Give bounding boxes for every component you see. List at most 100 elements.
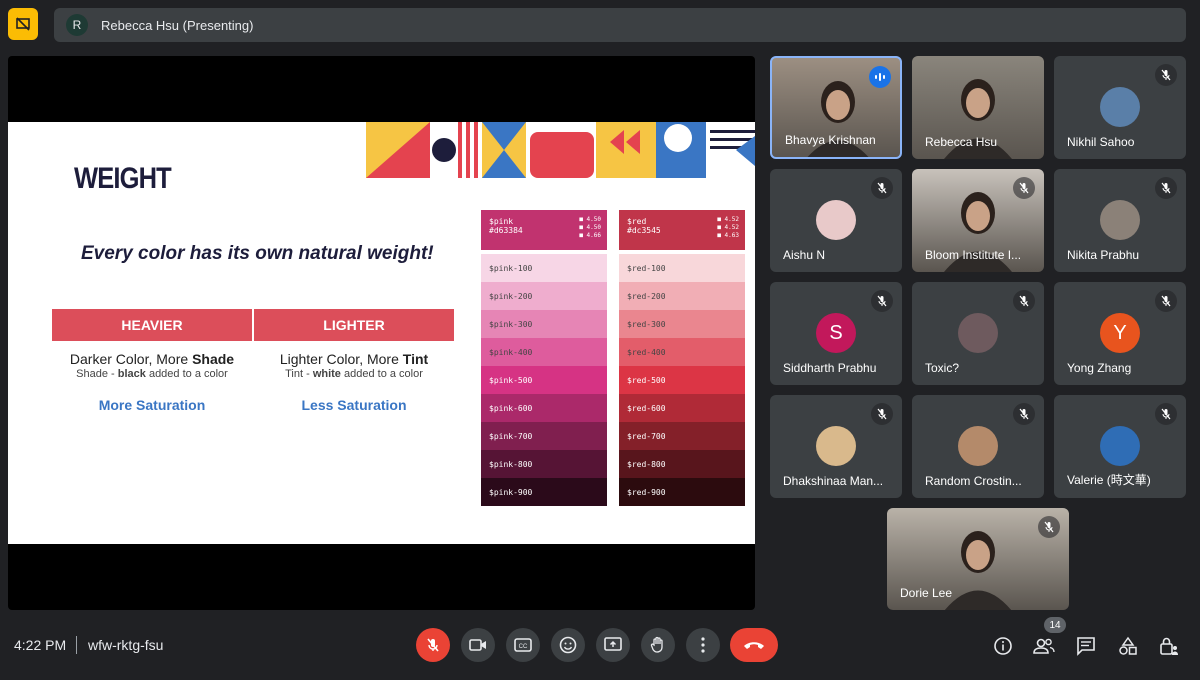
svg-text:CC: CC bbox=[519, 644, 528, 650]
mic-off-icon bbox=[1155, 290, 1177, 312]
shapes-icon bbox=[1119, 636, 1137, 655]
palette-swatch: $red-500 bbox=[619, 366, 745, 394]
slide: WEIGHT Every color has its own natural w… bbox=[8, 122, 755, 544]
present-button[interactable] bbox=[596, 628, 630, 662]
participant-name: Yong Zhang bbox=[1067, 361, 1132, 375]
participant-tile[interactable]: Valerie (時文華) bbox=[1054, 395, 1186, 498]
presenter-banner[interactable]: R Rebecca Hsu (Presenting) bbox=[54, 8, 1186, 42]
clock: 4:22 PM bbox=[14, 637, 67, 653]
presenter-avatar: R bbox=[66, 14, 88, 36]
contrast-ratio: ■ 4.50 bbox=[579, 216, 601, 223]
mic-off-icon bbox=[871, 290, 893, 312]
info-icon bbox=[994, 637, 1012, 655]
captions-button[interactable]: CC bbox=[506, 628, 540, 662]
participant-tile[interactable]: Nikhil Sahoo bbox=[1054, 56, 1186, 159]
mic-off-icon bbox=[1155, 177, 1177, 199]
lighter-note: Tint - white added to a color bbox=[285, 368, 423, 380]
lighter-header: LIGHTER bbox=[254, 309, 454, 341]
contrast-ratio: ■ 4.63 bbox=[717, 232, 739, 239]
hand-icon bbox=[650, 636, 663, 653]
mic-off-icon bbox=[1013, 177, 1035, 199]
participant-avatar: Y bbox=[1100, 313, 1140, 353]
participant-name: Siddharth Prabhu bbox=[783, 361, 877, 375]
participant-tile[interactable]: Y Yong Zhang bbox=[1054, 282, 1186, 385]
participant-name: Rebecca Hsu bbox=[925, 135, 998, 149]
present-screen-icon bbox=[604, 637, 622, 651]
palette-swatch: $red-400 bbox=[619, 338, 745, 366]
meeting-code: wfw-rktg-fsu bbox=[88, 637, 164, 653]
participant-avatar bbox=[1100, 200, 1140, 240]
palette-swatch: $red-100 bbox=[619, 254, 745, 282]
mic-off-icon bbox=[1155, 403, 1177, 425]
contrast-ratio: ■ 4.52 bbox=[717, 224, 739, 231]
camera-icon bbox=[469, 639, 486, 651]
participant-name: Nikita Prabhu bbox=[1067, 248, 1140, 262]
palette-header: $pink #d63384 ■ 4.50 ■ 4.50 ■ 4.66 bbox=[481, 210, 607, 250]
heavier-description: Darker Color, More Shade bbox=[69, 351, 235, 367]
captions-icon: CC bbox=[514, 638, 532, 652]
contrast-ratios: ■ 4.52 ■ 4.52 ■ 4.63 bbox=[717, 216, 739, 240]
palette-swatch: $pink-200 bbox=[481, 282, 607, 310]
microphone-off-button[interactable] bbox=[416, 628, 450, 662]
heavier-note: Shade - black added to a color bbox=[76, 368, 228, 380]
palette-swatch: $pink-600 bbox=[481, 394, 607, 422]
activities-button[interactable] bbox=[1116, 634, 1140, 658]
palette-swatch: $red-200 bbox=[619, 282, 745, 310]
reactions-button[interactable] bbox=[551, 628, 585, 662]
chat-icon bbox=[1077, 637, 1095, 656]
raise-hand-button[interactable] bbox=[641, 628, 675, 662]
participant-tile[interactable]: Random Crostin... bbox=[912, 395, 1044, 498]
palette-swatch: $red-700 bbox=[619, 422, 745, 450]
contrast-ratios: ■ 4.50 ■ 4.50 ■ 4.66 bbox=[579, 216, 601, 240]
participant-tile[interactable]: Nikita Prabhu bbox=[1054, 169, 1186, 272]
people-icon bbox=[1033, 638, 1055, 654]
participant-name: Nikhil Sahoo bbox=[1067, 135, 1135, 149]
participant-tile[interactable]: S Siddharth Prabhu bbox=[770, 282, 902, 385]
mic-off-icon bbox=[871, 403, 893, 425]
more-options-button[interactable] bbox=[686, 628, 720, 662]
palette-swatch: $red-800 bbox=[619, 450, 745, 478]
participant-tile[interactable]: Aishu N bbox=[770, 169, 902, 272]
host-controls-button[interactable] bbox=[1157, 634, 1181, 658]
mic-off-icon bbox=[871, 177, 893, 199]
mic-off-icon bbox=[427, 638, 439, 652]
slide-title: WEIGHT bbox=[74, 162, 172, 195]
palette-swatch: $pink-500 bbox=[481, 366, 607, 394]
present-stop-icon[interactable] bbox=[8, 8, 38, 40]
palette-swatch: $red-300 bbox=[619, 310, 745, 338]
people-button[interactable] bbox=[1032, 634, 1056, 658]
lighter-saturation: Less Saturation bbox=[301, 397, 407, 413]
divider bbox=[76, 636, 77, 654]
participant-tile[interactable]: Dhakshinaa Man... bbox=[770, 395, 902, 498]
participant-tile[interactable]: Toxic? bbox=[912, 282, 1044, 385]
palette-swatch: $pink-400 bbox=[481, 338, 607, 366]
participant-avatar bbox=[816, 426, 856, 466]
emoji-icon bbox=[559, 636, 577, 654]
participant-tile[interactable]: Bhavya Krishnan bbox=[770, 56, 902, 159]
camera-button[interactable] bbox=[461, 628, 495, 662]
participant-name: Dorie Lee bbox=[900, 586, 953, 600]
participant-name: Random Crostin... bbox=[925, 474, 1022, 488]
palette-swatch: $pink-800 bbox=[481, 450, 607, 478]
heavier-saturation: More Saturation bbox=[98, 397, 206, 413]
lighter-description: Lighter Color, More Tint bbox=[279, 351, 429, 367]
leave-call-button[interactable] bbox=[730, 628, 778, 662]
participant-avatar bbox=[1100, 426, 1140, 466]
participant-tile[interactable]: Bloom Institute I... bbox=[912, 169, 1044, 272]
participant-avatar: S bbox=[816, 313, 856, 353]
palette-header: $red #dc3545 ■ 4.52 ■ 4.52 ■ 4.63 bbox=[619, 210, 745, 250]
mic-off-icon bbox=[1155, 64, 1177, 86]
palette-swatch: $red-900 bbox=[619, 478, 745, 506]
palette-swatch: $pink-300 bbox=[481, 310, 607, 338]
hang-up-icon bbox=[744, 642, 764, 649]
meeting-details-button[interactable] bbox=[991, 634, 1015, 658]
more-vert-icon bbox=[701, 637, 705, 653]
mic-off-icon bbox=[1038, 516, 1060, 538]
chat-button[interactable] bbox=[1074, 634, 1098, 658]
palette-swatch: $pink-100 bbox=[481, 254, 607, 282]
participant-name: Aishu N bbox=[783, 248, 826, 262]
participant-avatar bbox=[958, 426, 998, 466]
participant-avatar bbox=[958, 313, 998, 353]
participant-tile[interactable]: Dorie Lee bbox=[887, 508, 1069, 610]
participant-tile[interactable]: Rebecca Hsu bbox=[912, 56, 1044, 159]
